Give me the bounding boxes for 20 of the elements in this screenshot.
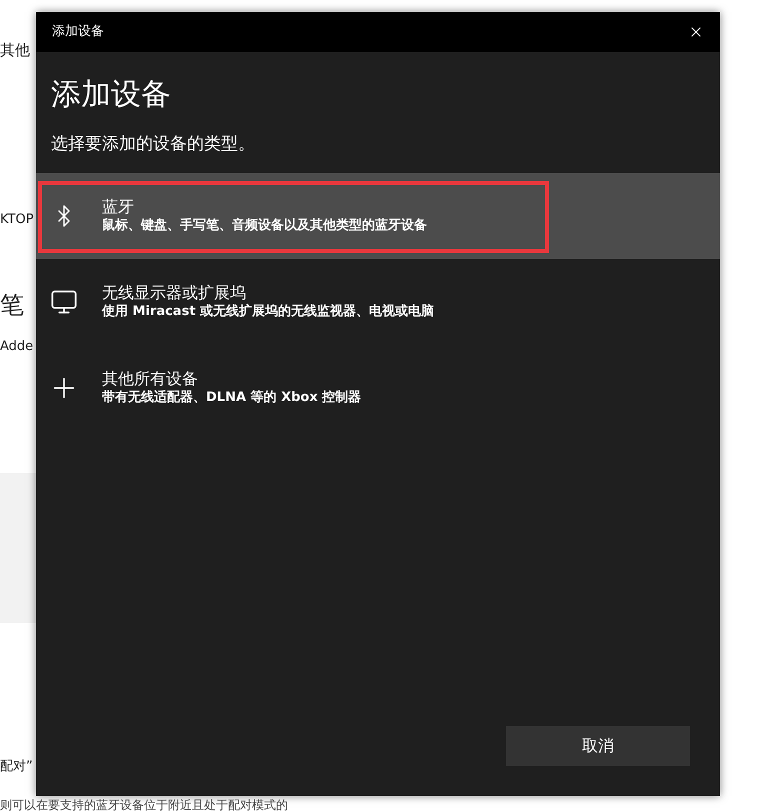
page-text: Adde	[0, 338, 34, 356]
cancel-button[interactable]: 取消	[506, 726, 690, 766]
option-description: 带有无线适配器、DLNA 等的 Xbox 控制器	[102, 389, 362, 407]
option-description: 鼠标、键盘、手写笔、音频设备以及其他类型的蓝牙设备	[102, 217, 427, 235]
device-type-option[interactable]: 无线显示器或扩展坞 使用 Miracast 或无线扩展坞的无线监视器、电视或电脑	[36, 259, 720, 345]
option-title: 蓝牙	[102, 197, 135, 217]
page-text: 配对”	[0, 759, 34, 775]
page-text: 则可以在要支持的蓝牙设备位于附近且处于配对模式的	[0, 798, 289, 812]
monitor-icon	[50, 288, 78, 316]
dialog-subtitle: 选择要添加的设备的类型。	[50, 133, 256, 155]
option-title: 其他所有设备	[102, 369, 199, 389]
option-title: 无线显示器或扩展坞	[102, 283, 247, 303]
dialog-heading: 添加设备	[50, 76, 172, 114]
device-type-option[interactable]: 蓝牙 鼠标、键盘、手写笔、音频设备以及其他类型的蓝牙设备	[36, 173, 720, 259]
page-text: KTOP	[0, 212, 35, 228]
option-description: 使用 Miracast 或无线扩展坞的无线监视器、电视或电脑	[102, 303, 434, 321]
page-text: 其他	[0, 42, 31, 58]
device-type-option[interactable]: 其他所有设备 带有无线适配器、DLNA 等的 Xbox 控制器	[36, 345, 720, 431]
window-title: 添加设备	[52, 23, 104, 42]
page-text: 笔	[0, 292, 25, 318]
